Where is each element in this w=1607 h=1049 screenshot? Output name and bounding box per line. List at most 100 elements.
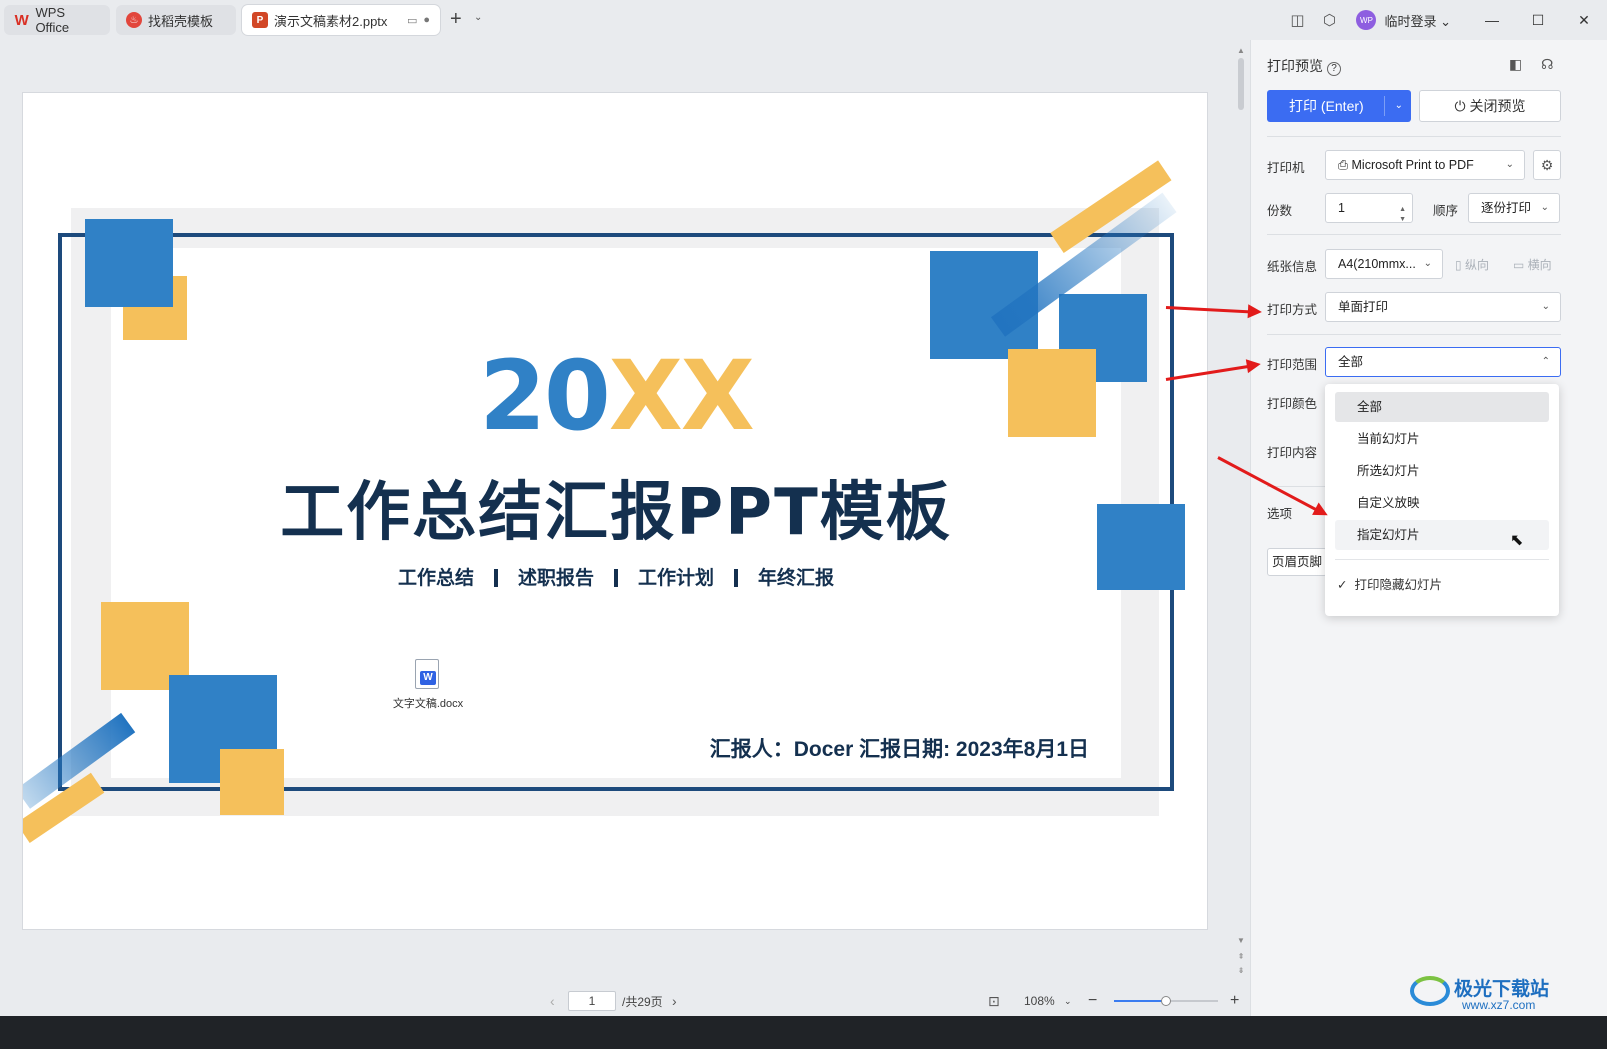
- print-range-label: 打印范围: [1267, 358, 1318, 372]
- divider: [1384, 96, 1385, 116]
- divider: [734, 569, 739, 587]
- avatar[interactable]: WP: [1356, 10, 1377, 30]
- print-range-value: 全部: [1338, 355, 1364, 369]
- close-preview-label: 关闭预览: [1469, 98, 1526, 114]
- options-label: 选项: [1267, 507, 1293, 521]
- divider: [1335, 559, 1549, 560]
- range-option-all[interactable]: 全部: [1335, 392, 1549, 422]
- print-content-label: 打印内容: [1267, 446, 1318, 460]
- printer-select[interactable]: ⎙ Microsoft Print to PDF ⌄: [1325, 150, 1525, 180]
- order-value: 逐份打印: [1481, 201, 1532, 215]
- print-preview-area: 20XX 工作总结汇报PPT模板 工作总结 述职报告 工作计划 年终汇报 W 文字文稿…: [0, 40, 1250, 980]
- subtitle-item: 述职报告: [517, 568, 594, 589]
- subtitle-item: 工作总结: [397, 568, 474, 589]
- maximize-button[interactable]: ☐: [1515, 8, 1561, 32]
- divider: [493, 569, 498, 587]
- deco-square: [220, 749, 284, 815]
- embedded-file-name[interactable]: 文字文稿.docx: [383, 695, 473, 711]
- prev-page-button[interactable]: ‹: [550, 993, 555, 1009]
- scroll-down-icon[interactable]: ▼: [1236, 936, 1246, 945]
- print-color-label: 打印颜色: [1267, 397, 1318, 411]
- print-hidden-slides-label: 打印隐藏幻灯片: [1354, 578, 1442, 592]
- copies-label: 份数: [1267, 204, 1293, 218]
- tab-docer-templates[interactable]: ♨ 找稻壳模板: [116, 5, 236, 35]
- tab-presentation[interactable]: P 演示文稿素材2.pptx ▭ ●: [242, 5, 440, 35]
- chevron-up-icon: ⌃: [1541, 356, 1550, 367]
- unsaved-dot-icon[interactable]: ●: [423, 14, 430, 26]
- chevron-down-icon: ⌄: [1505, 159, 1514, 170]
- scrollbar-thumb[interactable]: [1238, 58, 1244, 110]
- decrement-icon[interactable]: ▼: [1399, 206, 1406, 234]
- panel-layout-icon[interactable]: ◧: [1509, 56, 1522, 73]
- range-option-current[interactable]: 当前幻灯片: [1335, 424, 1549, 454]
- landscape-button[interactable]: ▭ 横向: [1513, 256, 1552, 273]
- copies-stepper[interactable]: 1 ▲ ▼: [1325, 193, 1413, 223]
- portrait-label: 纵向: [1464, 258, 1489, 272]
- zoom-slider[interactable]: [1114, 996, 1218, 1006]
- chevron-down-icon[interactable]: ⌄: [1395, 90, 1403, 122]
- printer-icon: ⎙: [1338, 158, 1349, 172]
- copies-value: 1: [1338, 201, 1345, 215]
- printer-value: Microsoft Print to PDF: [1351, 158, 1474, 172]
- print-mode-select[interactable]: 单面打印 ⌄: [1325, 292, 1561, 322]
- close-window-button[interactable]: ✕: [1561, 8, 1607, 32]
- order-label: 顺序: [1433, 204, 1459, 218]
- slide-title: 工作总结汇报PPT模板: [280, 476, 952, 550]
- zoom-slider-handle[interactable]: [1161, 996, 1171, 1006]
- divider: [1267, 136, 1561, 137]
- login-button[interactable]: 临时登录 ⌄: [1384, 11, 1451, 30]
- range-option-custom-show[interactable]: 自定义放映: [1335, 488, 1549, 518]
- monitor-icon[interactable]: ▭: [407, 14, 417, 27]
- print-button-label: 打印 (Enter): [1289, 98, 1364, 114]
- help-icon[interactable]: ?: [1327, 62, 1341, 76]
- year-digits: 20: [479, 340, 611, 452]
- new-tab-button[interactable]: +: [450, 9, 462, 29]
- zoom-in-button[interactable]: +: [1230, 992, 1239, 1010]
- page-up-icon[interactable]: ⇞: [1236, 952, 1246, 961]
- layout-icon[interactable]: ◫: [1284, 8, 1310, 32]
- chevron-down-icon[interactable]: ⌄: [474, 12, 482, 23]
- range-option-selected[interactable]: 所选幻灯片: [1335, 456, 1549, 486]
- gear-icon: ⚙: [1540, 157, 1554, 173]
- printer-settings-button[interactable]: ⚙: [1533, 150, 1561, 180]
- zoom-out-button[interactable]: −: [1088, 992, 1097, 1010]
- tab-wps-office[interactable]: W WPS Office: [4, 5, 110, 35]
- close-preview-button[interactable]: ⏻ 关闭预览: [1419, 90, 1561, 122]
- portrait-button[interactable]: ▯ 纵向: [1455, 256, 1489, 273]
- ppt-file-icon: P: [252, 12, 268, 28]
- taskbar: [0, 1016, 1607, 1049]
- mouse-cursor-icon: ⬉: [1510, 532, 1524, 549]
- page-total: /共29页: [622, 994, 663, 1009]
- wps-logo-icon: W: [14, 11, 29, 29]
- watermark-name: 极光下载站: [1454, 979, 1550, 1000]
- print-button[interactable]: 打印 (Enter) ⌄: [1267, 90, 1411, 122]
- scroll-up-icon[interactable]: ▲: [1236, 46, 1246, 55]
- fit-page-icon[interactable]: ⊡: [988, 993, 1000, 1010]
- cube-icon[interactable]: ⬡: [1316, 8, 1342, 32]
- paper-value: A4(210mmx...: [1338, 257, 1416, 271]
- divider: [1267, 234, 1561, 235]
- next-page-button[interactable]: ›: [672, 993, 677, 1009]
- slide-reporter: 汇报人：Docer 汇报日期: 2023年8月1日: [709, 738, 1089, 761]
- page-number-input[interactable]: 1: [568, 991, 616, 1011]
- headset-icon[interactable]: ☊: [1541, 56, 1553, 73]
- print-hidden-slides-checkbox[interactable]: ✓ 打印隐藏幻灯片: [1337, 574, 1442, 593]
- chevron-down-icon: ⌄: [1423, 258, 1432, 269]
- tab-label: 找稻壳模板: [148, 13, 214, 29]
- divider: [1267, 334, 1561, 335]
- word-badge: W: [420, 671, 436, 685]
- print-mode-value: 单面打印: [1338, 300, 1389, 314]
- order-select[interactable]: 逐份打印 ⌄: [1468, 193, 1560, 223]
- vertical-scrollbar[interactable]: ▲ ▼ ⇞ ⇟: [1236, 46, 1246, 986]
- paper-select[interactable]: A4(210mmx... ⌄: [1325, 249, 1443, 279]
- paper-label: 纸张信息: [1267, 260, 1318, 274]
- watermark-logo: 极光下载站 www.xz7.com: [1410, 972, 1560, 1012]
- word-document-icon[interactable]: W: [415, 659, 439, 689]
- zoom-level[interactable]: 108%: [1024, 994, 1055, 1008]
- minimize-button[interactable]: —: [1469, 8, 1515, 32]
- header-footer-button[interactable]: 页眉页脚: [1267, 548, 1327, 576]
- page-down-icon[interactable]: ⇟: [1236, 966, 1246, 975]
- print-mode-label: 打印方式: [1267, 303, 1318, 317]
- chevron-down-icon[interactable]: ⌄: [1064, 996, 1072, 1007]
- print-range-select[interactable]: 全部 ⌃: [1325, 347, 1561, 377]
